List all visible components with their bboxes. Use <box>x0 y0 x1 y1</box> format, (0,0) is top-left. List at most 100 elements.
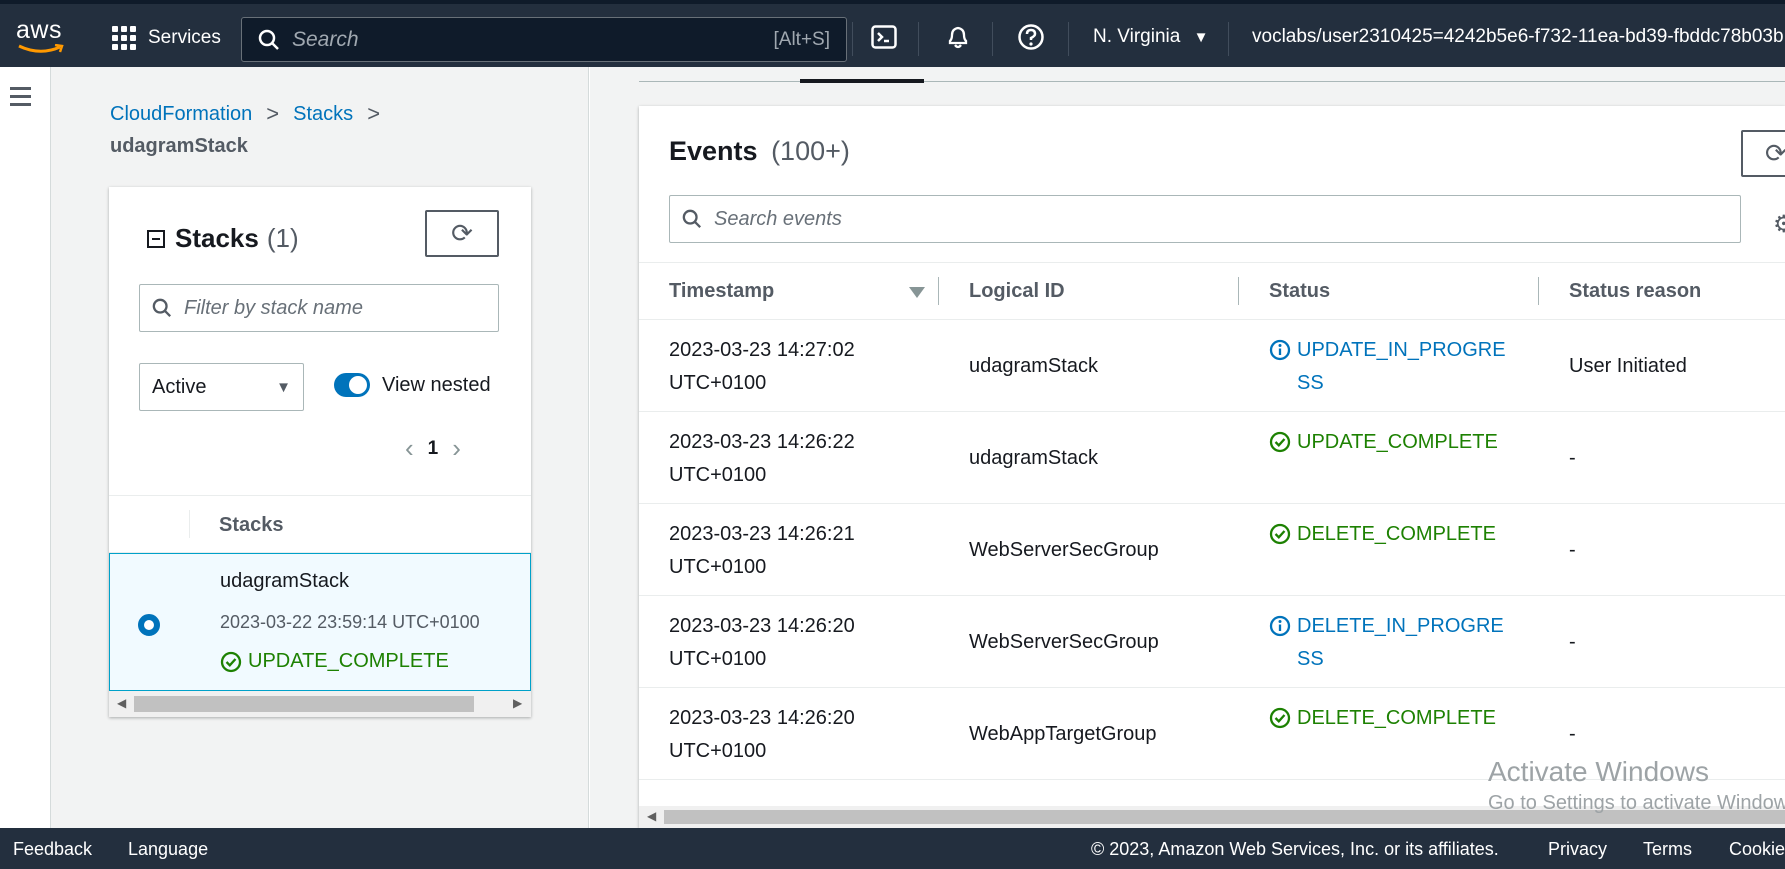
column-header-status-reason[interactable]: Status reason <box>1569 280 1701 303</box>
success-check-icon <box>220 651 242 672</box>
stacks-table-header: Stacks <box>109 495 531 553</box>
top-navigation: aws Services Search [Alt+S] N. Virginia … <box>0 0 1785 67</box>
aws-logo[interactable]: aws <box>16 16 66 56</box>
breadcrumb-current: udagramStack <box>110 135 248 157</box>
breadcrumb: CloudFormation > Stacks > <box>110 101 394 127</box>
toggle-switch[interactable] <box>334 373 370 397</box>
info-icon <box>1269 615 1291 637</box>
success-check-icon <box>1269 707 1291 729</box>
language-link[interactable]: Language <box>128 839 208 860</box>
row-radio-button[interactable] <box>138 614 160 636</box>
cookie-preferences-link[interactable]: Cookie preferences <box>1729 839 1785 860</box>
caret-down-icon: ▼ <box>276 378 291 396</box>
search-icon <box>258 29 279 50</box>
event-timestamp: 2023-03-23 14:26:22 UTC+0100 <box>669 431 855 486</box>
table-row: 2023-03-23 14:26:20 UTC+0100 WebServerSe… <box>639 596 1785 688</box>
table-row: 2023-03-23 14:27:02 UTC+0100 udagramStac… <box>639 320 1785 412</box>
bell-icon[interactable] <box>943 22 973 52</box>
event-logical-id: WebServerSecGroup <box>969 630 1159 653</box>
chevron-left-icon[interactable]: ‹ <box>405 433 414 464</box>
event-logical-id: udagramStack <box>969 354 1098 377</box>
status-badge: UPDATE_COMPLETE <box>220 650 449 673</box>
refresh-stacks-button[interactable]: ⟳ <box>425 210 499 257</box>
pagination: ‹ 1 › <box>391 433 475 464</box>
table-row[interactable]: udagramStack 2023-03-22 23:59:14 UTC+010… <box>109 553 531 691</box>
scroll-left-icon[interactable]: ◀ <box>647 809 656 823</box>
page-number[interactable]: 1 <box>428 438 439 460</box>
cloudshell-icon[interactable] <box>869 22 899 52</box>
column-header-status[interactable]: Status <box>1269 280 1330 303</box>
table-row: 2023-03-23 14:26:21 UTC+0100 WebServerSe… <box>639 504 1785 596</box>
breadcrumb-cloudformation[interactable]: CloudFormation <box>110 103 252 126</box>
stacks-list-card: Stacks (1) ⟳ Filter by stack name Active… <box>109 187 531 717</box>
account-menu[interactable]: voclabs/user2310425=4242b5e6-f732-11ea-b… <box>1252 26 1784 48</box>
collapse-icon[interactable] <box>147 229 165 248</box>
scroll-right-icon[interactable]: ▶ <box>513 696 522 710</box>
main-content: Events (100+) ⟳ Search events ⚙ Timestam… <box>590 67 1785 828</box>
column-header-timestamp[interactable]: Timestamp <box>669 280 774 303</box>
search-icon <box>682 209 701 228</box>
column-divider[interactable] <box>938 277 939 305</box>
events-search-input[interactable]: Search events <box>669 195 1741 243</box>
terms-link[interactable]: Terms <box>1643 839 1692 860</box>
global-search-input[interactable]: Search [Alt+S] <box>241 17 847 62</box>
breadcrumb-stacks[interactable]: Stacks <box>293 103 353 126</box>
nav-divider <box>992 22 993 56</box>
event-status-reason: - <box>1569 630 1576 653</box>
region-selector[interactable]: N. Virginia ▼ <box>1093 26 1208 48</box>
event-status-reason: - <box>1569 446 1576 469</box>
event-logical-id: WebServerSecGroup <box>969 538 1159 561</box>
stack-name[interactable]: udagramStack <box>220 570 349 593</box>
status-badge[interactable]: DELETE_IN_PROGRESS <box>1269 610 1509 676</box>
tab-events-active-indicator[interactable] <box>800 79 924 83</box>
event-timestamp: 2023-03-23 14:26:20 UTC+0100 <box>669 707 855 762</box>
events-card: Events (100+) ⟳ Search events ⚙ Timestam… <box>639 106 1785 828</box>
privacy-link[interactable]: Privacy <box>1548 839 1607 860</box>
view-nested-toggle[interactable]: View nested <box>334 373 491 397</box>
info-icon <box>1269 339 1291 361</box>
success-check-icon <box>1269 431 1291 453</box>
column-header-logical-id[interactable]: Logical ID <box>969 280 1065 303</box>
success-check-icon <box>1269 523 1291 545</box>
column-divider[interactable] <box>1238 277 1239 305</box>
nav-divider <box>1228 22 1229 56</box>
gear-icon[interactable]: ⚙ <box>1773 210 1785 239</box>
status-badge: DELETE_COMPLETE <box>1269 518 1509 551</box>
stack-created-time: 2023-03-22 23:59:14 UTC+0100 <box>220 612 480 632</box>
nav-divider <box>852 22 853 56</box>
stack-filter-input[interactable]: Filter by stack name <box>139 284 499 332</box>
search-icon <box>152 298 171 317</box>
footer: Feedback Language © 2023, Amazon Web Ser… <box>0 828 1785 869</box>
chevron-right-icon: > <box>266 101 280 126</box>
feedback-link[interactable]: Feedback <box>13 839 92 860</box>
scroll-left-icon[interactable]: ◀ <box>117 696 126 710</box>
services-label: Services <box>148 27 221 48</box>
event-logical-id: udagramStack <box>969 446 1098 469</box>
stacks-split-panel: CloudFormation > Stacks > udagramStack S… <box>51 67 589 828</box>
help-icon[interactable] <box>1016 22 1046 52</box>
event-timestamp: 2023-03-23 14:26:20 UTC+0100 <box>669 615 855 670</box>
column-header-stacks[interactable]: Stacks <box>219 514 284 537</box>
status-badge: UPDATE_COMPLETE <box>1269 426 1509 459</box>
table-row: 2023-03-23 14:26:22 UTC+0100 udagramStac… <box>639 412 1785 504</box>
hamburger-menu-icon[interactable] <box>10 87 31 111</box>
search-shortcut: [Alt+S] <box>773 28 831 50</box>
aws-smile-icon <box>18 44 64 53</box>
chevron-right-icon[interactable]: › <box>452 433 461 464</box>
events-header: Events (100+) <box>669 136 850 166</box>
horizontal-scrollbar[interactable]: ◀ ▶ <box>109 691 531 717</box>
windows-activation-watermark: Activate Windows Go to Settings to activ… <box>1488 756 1785 814</box>
scrollbar-thumb[interactable] <box>134 696 474 712</box>
caret-down-icon: ▼ <box>1193 29 1209 46</box>
refresh-events-button[interactable]: ⟳ <box>1741 130 1785 177</box>
event-status-reason: User Initiated <box>1569 354 1687 377</box>
services-menu-button[interactable]: Services <box>112 18 221 58</box>
nav-divider <box>1068 22 1069 56</box>
sort-descending-icon[interactable] <box>909 287 925 298</box>
column-divider[interactable] <box>1538 277 1539 305</box>
stacks-header: Stacks (1) <box>147 223 299 254</box>
search-placeholder: Search <box>292 27 359 51</box>
refresh-icon: ⟳ <box>1765 138 1785 168</box>
stack-status-select[interactable]: Active ▼ <box>139 363 304 411</box>
status-badge[interactable]: UPDATE_IN_PROGRESS <box>1269 334 1509 400</box>
